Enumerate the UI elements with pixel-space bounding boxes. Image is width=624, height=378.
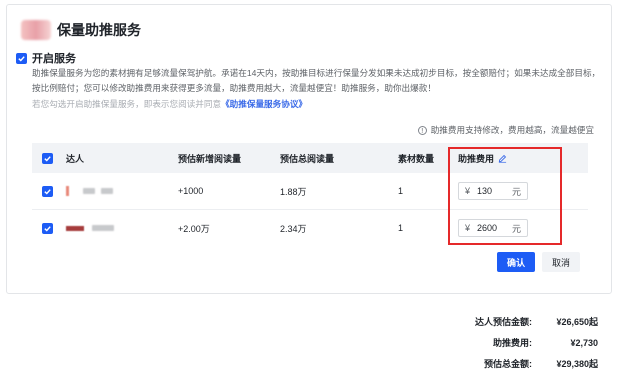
total-reads-cell: 2.34万 [280,223,307,234]
total-reads-cell: 1.88万 [280,186,307,197]
fee-hint-text: 助推费用支持修改，费用越高，流量越便宜 [430,125,594,135]
summary-row: 助推费用: ¥2,730 [412,332,598,353]
summary-value: ¥29,380起 [556,359,598,369]
check-icon [44,225,51,231]
cancel-button[interactable]: 取消 [542,252,580,272]
influencer-cell [66,225,178,231]
summary-row: 预估总金额: ¥29,380起 [412,353,598,374]
agreement-link[interactable]: 《助推保量服务协议》 [221,99,307,109]
blurred-name [83,188,95,194]
blurred-logo [21,20,51,40]
service-description: 助推保量服务为您的素材拥有足够流量保驾护航。承诺在14天内，按助推目标进行保量分… [32,68,601,93]
row-checkbox[interactable] [42,185,53,197]
blurred-name [92,225,114,231]
avatar [66,186,69,196]
select-all-checkbox[interactable] [42,152,53,164]
fee-highlight-box [448,147,562,245]
summary-row: 达人预估金额: ¥26,650起 [412,311,598,332]
agreement-text: 若您勾选开启助推保量服务，即表示您阅读并同意《助推保量服务协议》 [32,98,307,110]
new-reads-cell: +1000 [178,186,204,196]
panel-header: 保量助推服务 [21,19,141,41]
col-header-influencer: 达人 [66,153,85,164]
confirm-button[interactable]: 确认 [497,252,535,272]
col-header-new-reads: 预估新增阅读量 [178,153,242,164]
agreement-prefix: 若您勾选开启助推保量服务，即表示您阅读并同意 [32,99,222,109]
col-header-total-reads: 预估总阅读量 [280,153,335,164]
check-icon [18,55,25,61]
check-icon [44,188,51,194]
enable-service-checkbox[interactable] [16,52,27,64]
summary-value: ¥26,650起 [556,317,598,327]
fee-hint: ! 助推费用支持修改，费用越高，流量越便宜 [417,124,594,136]
cost-summary: 达人预估金额: ¥26,650起 助推费用: ¥2,730 预估总金额: ¥29… [412,311,598,374]
check-icon [44,155,51,161]
summary-label: 达人预估金额: [475,317,532,327]
summary-label: 助推费用: [493,338,532,348]
blurred-name [101,188,113,194]
page-title: 保量助推服务 [57,22,141,38]
enable-service-label: 开启服务 [32,53,76,65]
new-reads-cell: +2.00万 [178,223,210,234]
row-checkbox[interactable] [42,222,53,234]
avatar [66,225,84,231]
info-icon: ! [417,125,427,135]
influencer-cell [66,186,178,196]
summary-label: 预估总金额: [484,359,532,369]
summary-value: ¥2,730 [570,337,598,348]
enable-service-row[interactable]: 开启服务 [16,50,76,66]
